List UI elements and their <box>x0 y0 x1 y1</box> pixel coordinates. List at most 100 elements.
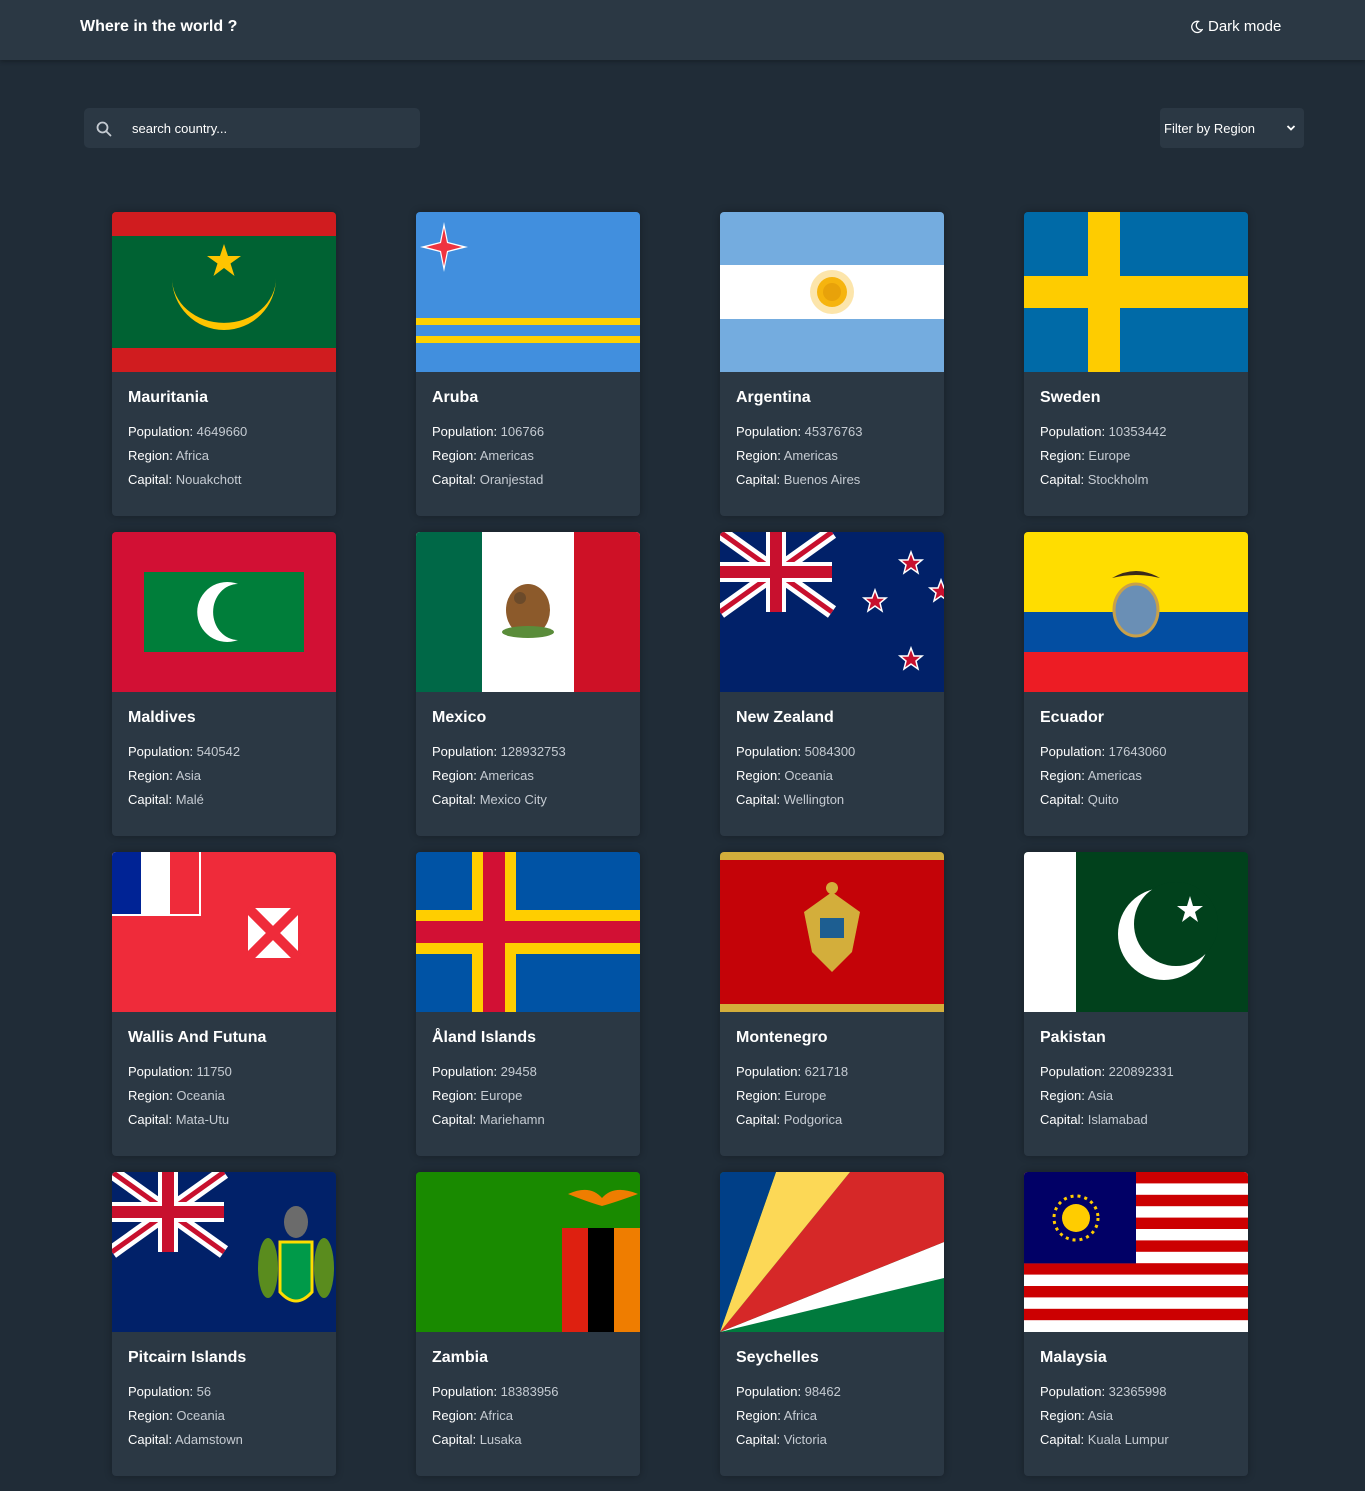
country-card[interactable]: Mexico Population: 128932753 Region: Ameri… <box>416 532 640 836</box>
country-name: Ecuador <box>1040 709 1105 726</box>
search-box[interactable] <box>84 108 420 148</box>
population-line: Population: 540542 <box>128 744 240 759</box>
population-value: 106766 <box>500 424 545 439</box>
capital-line: Capital: Stockholm <box>1040 472 1148 487</box>
country-card[interactable]: Maldives Population: 540542 Region: Asia Ca… <box>112 532 336 836</box>
capital-line: Capital: Buenos Aires <box>736 472 860 487</box>
capital-value: Lusaka <box>479 1432 522 1447</box>
population-label: Population: <box>736 1384 805 1399</box>
mexico-flag <box>416 532 640 692</box>
population-value: 98462 <box>804 1384 841 1399</box>
country-card[interactable]: Sweden Population: 10353442 Region: Europe… <box>1024 212 1248 516</box>
region-label: Region: <box>432 768 480 783</box>
capital-label: Capital: <box>736 1432 784 1447</box>
region-filter-select[interactable]: Filter by Region <box>1160 108 1304 148</box>
country-card[interactable]: Montenegro Population: 621718 Region: Euro… <box>720 852 944 1156</box>
country-card[interactable]: Ecuador Population: 17643060 Region: Ameri… <box>1024 532 1248 836</box>
region-line: Region: Americas <box>432 768 534 783</box>
region-line: Region: Americas <box>736 448 838 463</box>
country-card[interactable]: Aruba Population: 106766 Region: Americas C… <box>416 212 640 516</box>
country-card[interactable]: Mauritania Population: 4649660 Region: Afr… <box>112 212 336 516</box>
capital-label: Capital: <box>128 472 176 487</box>
population-value: 17643060 <box>1108 744 1167 759</box>
capital-value: Mexico City <box>479 792 547 807</box>
country-card[interactable]: New Zealand Population: 5084300 Region: Oc… <box>720 532 944 836</box>
aland-flag <box>416 852 640 1012</box>
population-label: Population: <box>128 424 197 439</box>
region-label: Region: <box>736 1088 785 1103</box>
dark-mode-toggle[interactable]: Dark mode <box>1190 18 1281 35</box>
pakistan-flag <box>1024 852 1248 1012</box>
population-value: 45376763 <box>804 424 863 439</box>
capital-label: Capital: <box>1040 1432 1088 1447</box>
population-line: Population: 10353442 <box>1040 424 1167 439</box>
country-name: Aruba <box>432 389 479 406</box>
region-filter-label: Filter by Region <box>1164 120 1256 136</box>
region-label: Region: <box>432 448 480 463</box>
region-label: Region: <box>736 768 785 783</box>
population-value: 4649660 <box>196 424 248 439</box>
country-card[interactable]: Malaysia Population: 32365998 Region: Asia… <box>1024 1172 1248 1476</box>
capital-label: Capital: <box>432 792 480 807</box>
country-name: Pakistan <box>1040 1029 1106 1046</box>
population-line: Population: 621718 <box>736 1064 848 1079</box>
capital-value: Podgorica <box>783 1112 843 1127</box>
population-label: Population: <box>736 1064 805 1079</box>
capital-label: Capital: <box>736 792 784 807</box>
region-value: Europe <box>1088 448 1131 463</box>
country-card[interactable]: Wallis And Futuna Population: 11750 Region… <box>112 852 336 1156</box>
country-card[interactable]: Pitcairn Islands Population: 56 Region: Oc… <box>112 1172 336 1476</box>
population-line: Population: 32365998 <box>1040 1384 1167 1399</box>
population-line: Population: 17643060 <box>1040 744 1167 759</box>
population-label: Population: <box>432 424 501 439</box>
country-card[interactable]: Argentina Population: 45376763 Region: Ame… <box>720 212 944 516</box>
region-line: Region: Asia <box>1040 1088 1113 1103</box>
population-value: 10353442 <box>1108 424 1167 439</box>
region-line: Region: Africa <box>432 1408 513 1423</box>
population-label: Population: <box>128 1064 197 1079</box>
region-value: Asia <box>1087 1408 1113 1423</box>
capital-line: Capital: Islamabad <box>1040 1112 1148 1127</box>
region-line: Region: Asia <box>1040 1408 1113 1423</box>
region-line: Region: Europe <box>1040 448 1130 463</box>
region-label: Region: <box>1040 768 1088 783</box>
region-value: Oceania <box>176 1088 225 1103</box>
maldives-flag <box>112 532 336 692</box>
region-label: Region: <box>128 448 176 463</box>
search-input[interactable] <box>132 108 412 148</box>
population-label: Population: <box>736 744 805 759</box>
region-line: Region: Europe <box>432 1088 522 1103</box>
country-name: Wallis And Futuna <box>128 1029 267 1046</box>
capital-value: Buenos Aires <box>783 472 861 487</box>
population-value: 18383956 <box>500 1384 559 1399</box>
region-value: Americas <box>479 768 534 783</box>
region-line: Region: Africa <box>128 448 209 463</box>
country-name: Zambia <box>432 1349 489 1366</box>
capital-value: Mata-Utu <box>175 1112 230 1127</box>
region-line: Region: Oceania <box>128 1088 225 1103</box>
population-value: 5084300 <box>804 744 856 759</box>
region-value: Oceania <box>784 768 833 783</box>
capital-line: Capital: Lusaka <box>432 1432 522 1447</box>
capital-label: Capital: <box>432 472 480 487</box>
region-value: Africa <box>783 1408 817 1423</box>
capital-line: Capital: Malé <box>128 792 204 807</box>
region-value: Oceania <box>176 1408 225 1423</box>
country-name: Mexico <box>432 709 487 726</box>
capital-value: Kuala Lumpur <box>1087 1432 1169 1447</box>
capital-label: Capital: <box>1040 792 1088 807</box>
region-label: Region: <box>1040 1408 1088 1423</box>
search-icon <box>96 121 112 137</box>
country-card[interactable]: Åland Islands Population: 29458 Region: Eu… <box>416 852 640 1156</box>
population-line: Population: 56 <box>128 1384 211 1399</box>
region-label: Region: <box>128 1088 177 1103</box>
population-label: Population: <box>128 744 197 759</box>
population-label: Population: <box>1040 744 1109 759</box>
region-line: Region: Americas <box>432 448 534 463</box>
country-name: Seychelles <box>736 1349 819 1366</box>
malaysia-flag <box>1024 1172 1248 1332</box>
country-card[interactable]: Seychelles Population: 98462 Region: Afric… <box>720 1172 944 1476</box>
country-card[interactable]: Zambia Population: 18383956 Region: Africa… <box>416 1172 640 1476</box>
country-card[interactable]: Pakistan Population: 220892331 Region: Asi… <box>1024 852 1248 1156</box>
population-line: Population: 4649660 <box>128 424 247 439</box>
